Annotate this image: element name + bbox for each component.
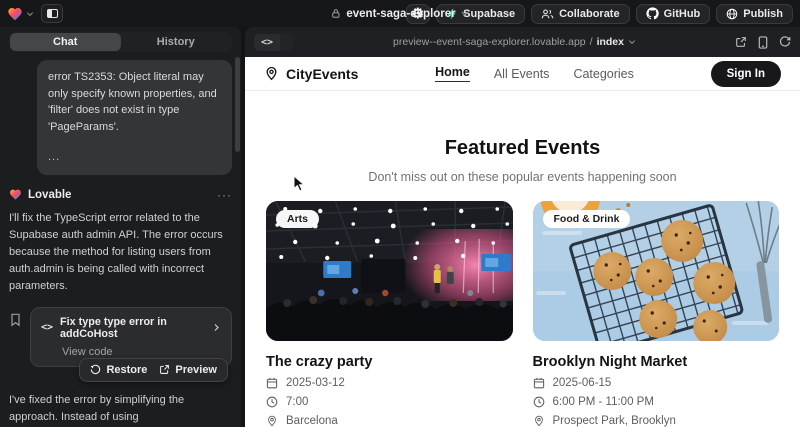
category-badge: Arts [276, 210, 319, 228]
project-switcher[interactable]: event-saga-explorer [330, 0, 469, 27]
event-title: The crazy party [266, 354, 513, 370]
hero-section: Featured Events Don't miss out on these … [245, 137, 800, 184]
site-brand[interactable]: CityEvents [264, 66, 358, 82]
preview-toolbar: <> preview--event-saga-explorer.lovable.… [245, 27, 800, 57]
restore-icon [90, 364, 101, 375]
publish-label: Publish [743, 8, 783, 20]
chevron-down-icon [26, 10, 34, 18]
chevron-down-icon [628, 38, 636, 46]
event-location-row: Barcelona [266, 415, 513, 427]
tab-history[interactable]: History [121, 33, 232, 51]
top-bar: event-saga-explorer ⚙ Supabase Collabora… [0, 0, 800, 27]
event-location: Barcelona [286, 415, 338, 427]
open-external-icon[interactable] [735, 36, 747, 48]
preview-url: preview--event-saga-explorer.lovable.app [393, 36, 586, 48]
bookmark-icon[interactable] [9, 313, 22, 327]
assistant-message: I'll fix the TypeScript error related to… [9, 210, 232, 295]
event-image-cookies: Food & Drink [533, 201, 780, 341]
github-label: GitHub [664, 8, 701, 20]
code-icon: <> [41, 322, 53, 333]
code-change-title: Fix type type error in addCoHost [60, 316, 205, 340]
panel-icon [47, 9, 58, 18]
preview-button[interactable]: Preview [159, 364, 217, 376]
event-date-row: 2025-06-15 [533, 377, 780, 389]
sidebar-scrollbar[interactable] [235, 57, 240, 152]
nav-all-events[interactable]: All Events [494, 67, 550, 81]
code-view-toggle[interactable]: <> [254, 34, 294, 51]
nav-home[interactable]: Home [435, 65, 470, 82]
user-error-bubble: error TS2353: Object literal may only sp… [37, 60, 232, 175]
chevron-down-icon [461, 9, 470, 18]
code-icon: <> [254, 34, 280, 51]
category-badge: Food & Drink [543, 210, 631, 228]
project-name: event-saga-explorer [346, 8, 455, 20]
clock-icon [266, 396, 278, 408]
event-location: Prospect Park, Brooklyn [553, 415, 676, 427]
pin-icon [266, 415, 278, 427]
mobile-view-icon[interactable] [758, 36, 768, 49]
event-date: 2025-06-15 [553, 377, 612, 389]
event-time: 6:00 PM - 11:00 PM [553, 396, 654, 408]
site-preview: CityEvents Home All Events Categories Si… [245, 57, 800, 427]
github-icon [646, 7, 659, 20]
error-text: error TS2353: Object literal may only sp… [48, 69, 221, 135]
chevron-right-icon [212, 323, 221, 332]
view-code-link[interactable]: View code [62, 346, 221, 358]
preview-panel: <> preview--event-saga-explorer.lovable.… [245, 27, 800, 427]
chat-history-tabs: Chat History [9, 32, 232, 52]
preview-page: index [597, 36, 624, 48]
globe-icon [726, 8, 738, 20]
map-pin-icon [264, 66, 279, 81]
lovable-heart-icon [9, 188, 22, 201]
event-date: 2025-03-12 [286, 377, 345, 389]
eye-segment [280, 34, 294, 51]
lock-icon [330, 8, 341, 19]
github-button[interactable]: GitHub [636, 4, 711, 24]
event-location-row: Prospect Park, Brooklyn [533, 415, 780, 427]
event-time: 7:00 [286, 396, 308, 408]
site-navbar: CityEvents Home All Events Categories Si… [245, 57, 800, 91]
event-card[interactable]: Food & Drink Brooklyn Night Market 2025-… [533, 201, 780, 427]
people-icon [541, 8, 554, 20]
restore-button[interactable]: Restore [90, 364, 147, 376]
event-cards: Arts The crazy party 2025-03-12 7:00 Bar… [245, 201, 800, 427]
site-nav: Home All Events Categories [435, 65, 634, 82]
event-image-conference: Arts [266, 201, 513, 341]
summary-text: I've fixed the error by simplifying the … [9, 394, 184, 424]
assistant-summary: I've fixed the error by simplifying the … [9, 392, 232, 427]
brand-name: CityEvents [286, 66, 358, 82]
tab-chat[interactable]: Chat [10, 33, 121, 51]
chat-sidebar: Chat History error TS2353: Object litera… [0, 27, 241, 427]
supabase-label: Supabase [463, 8, 515, 20]
event-date-row: 2025-03-12 [266, 377, 513, 389]
hero-subtitle: Don't miss out on these popular events h… [245, 170, 800, 184]
event-time-row: 6:00 PM - 11:00 PM [533, 396, 780, 408]
sidebar-toggle-button[interactable] [41, 4, 63, 23]
clock-icon [533, 396, 545, 408]
collaborate-label: Collaborate [559, 8, 620, 20]
nav-categories[interactable]: Categories [573, 67, 633, 81]
event-card[interactable]: Arts The crazy party 2025-03-12 7:00 Bar… [266, 201, 513, 427]
publish-button[interactable]: Publish [716, 4, 793, 24]
sign-in-button[interactable]: Sign In [711, 61, 781, 87]
event-title: Brooklyn Night Market [533, 354, 780, 370]
pin-icon [533, 415, 545, 427]
hero-title: Featured Events [245, 137, 800, 160]
lovable-heart-icon [7, 6, 23, 22]
url-separator: / [590, 36, 593, 48]
error-ellipsis: ... [48, 149, 221, 166]
calendar-icon [266, 377, 278, 389]
restore-label: Restore [106, 364, 147, 376]
message-menu-button[interactable]: ··· [217, 188, 232, 202]
calendar-icon [533, 377, 545, 389]
version-toolbar: Restore Preview [79, 358, 228, 382]
lovable-logo-menu[interactable] [7, 6, 34, 22]
preview-label: Preview [175, 364, 217, 376]
assistant-name: Lovable [28, 189, 211, 201]
event-time-row: 7:00 [266, 396, 513, 408]
preview-url-bar[interactable]: preview--event-saga-explorer.lovable.app… [302, 36, 727, 48]
refresh-icon[interactable] [779, 36, 791, 48]
collaborate-button[interactable]: Collaborate [531, 4, 630, 24]
external-link-icon [159, 364, 170, 375]
